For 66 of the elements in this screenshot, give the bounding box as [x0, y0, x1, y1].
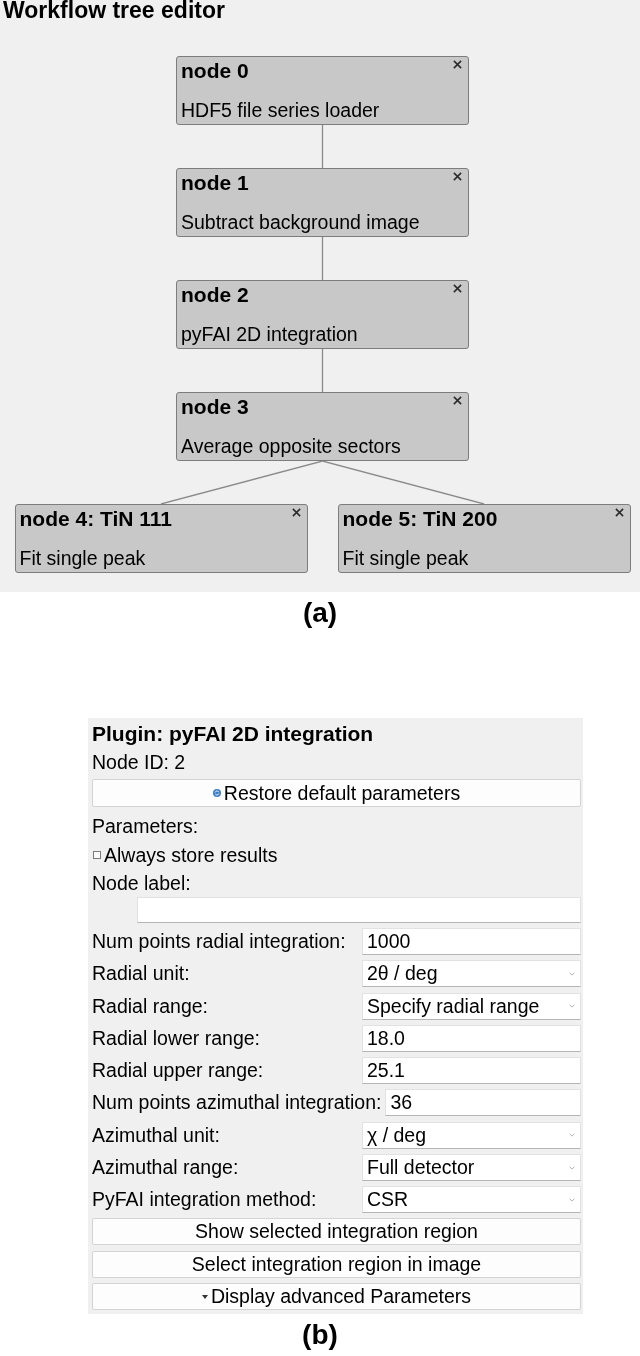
- action-button[interactable]: Select integration region in image: [92, 1250, 581, 1278]
- text-field[interactable]: 18.0: [362, 1024, 581, 1052]
- field-label: Radial range:: [92, 993, 209, 1019]
- refresh-icon: [212, 789, 221, 797]
- text-field[interactable]: [137, 897, 581, 923]
- dropdown[interactable]: Specify radial range: [362, 992, 581, 1020]
- dropdown[interactable]: χ / deg: [362, 1121, 581, 1149]
- field-label: Radial lower range:: [92, 1025, 261, 1051]
- chevron-down-icon: [569, 1197, 575, 1202]
- node-card[interactable]: node 5: TiN 200 Fit single peak: [337, 504, 631, 573]
- node-title: node 5: TiN 200: [342, 508, 498, 530]
- caret-icon: [201, 1294, 208, 1299]
- node-description: Fit single peak: [342, 547, 469, 569]
- node-description: Fit single peak: [19, 547, 146, 569]
- dropdown[interactable]: 2θ / deg: [362, 960, 581, 988]
- field-label: Radial upper range:: [92, 1058, 265, 1084]
- field-label: PyFAI integration method:: [92, 1187, 318, 1213]
- figure-caption: (b): [302, 1319, 338, 1351]
- section-heading: Parameters:: [92, 815, 199, 837]
- node-card[interactable]: node 0 HDF5 file series loader: [176, 56, 469, 125]
- chevron-down-icon: [569, 1165, 575, 1170]
- close-icon[interactable]: [453, 60, 462, 69]
- field-label: Num points radial integration:: [92, 929, 347, 954]
- text-field[interactable]: 1000: [362, 928, 581, 955]
- node-title: node 4: TiN 111: [19, 508, 172, 530]
- close-icon[interactable]: [453, 284, 462, 293]
- close-icon[interactable]: [453, 172, 462, 181]
- node-title: node 2: [181, 284, 249, 306]
- plugin-title: Plugin: pyFAI 2D integration: [92, 722, 374, 745]
- action-button[interactable]: Show selected integration region: [92, 1218, 581, 1246]
- close-icon[interactable]: [453, 396, 462, 405]
- checkbox-label: Always store results: [104, 843, 278, 868]
- text-field[interactable]: 25.1: [362, 1057, 581, 1085]
- panel-title: Workflow tree editor: [3, 0, 225, 23]
- field-label: Num points azimuthal integration:: [92, 1090, 382, 1116]
- dropdown[interactable]: CSR: [362, 1186, 581, 1214]
- close-icon[interactable]: [614, 508, 624, 517]
- connector-line: [321, 349, 324, 392]
- node-description: Subtract background image: [181, 211, 420, 233]
- node-title: node 0: [181, 60, 249, 82]
- node-card[interactable]: node 4: TiN 111 Fit single peak: [14, 504, 308, 573]
- figure-caption: (a): [302, 597, 338, 628]
- chevron-down-icon: [569, 1004, 575, 1009]
- connector-line: [321, 125, 324, 168]
- node-description: pyFAI 2D integration: [181, 323, 358, 345]
- restore-defaults-button[interactable]: Restore default parameters: [92, 779, 581, 807]
- node-card[interactable]: node 2 pyFAI 2D integration: [176, 280, 469, 349]
- dropdown[interactable]: Full detector: [362, 1154, 581, 1182]
- connector-line: [321, 237, 324, 280]
- field-label: Azimuthal unit:: [92, 1122, 221, 1148]
- node-id-text: Node ID: 2: [92, 751, 186, 773]
- node-title: node 3: [181, 396, 249, 418]
- field-label: Azimuthal range:: [92, 1155, 240, 1181]
- chevron-down-icon: [569, 1133, 575, 1138]
- node-title: node 1: [181, 172, 249, 194]
- field-label: Radial unit:: [92, 961, 191, 987]
- text-field[interactable]: 36: [385, 1089, 581, 1117]
- field-label: Node label:: [92, 872, 191, 894]
- checkbox[interactable]: [93, 851, 101, 859]
- node-card[interactable]: node 1 Subtract background image: [176, 168, 469, 237]
- action-button[interactable]: Display advanced Parameters: [92, 1283, 581, 1311]
- node-description: Average opposite sectors: [181, 435, 401, 457]
- chevron-down-icon: [569, 971, 575, 976]
- close-icon[interactable]: [291, 508, 301, 517]
- node-description: HDF5 file series loader: [181, 99, 380, 121]
- node-card[interactable]: node 3 Average opposite sectors: [176, 392, 469, 461]
